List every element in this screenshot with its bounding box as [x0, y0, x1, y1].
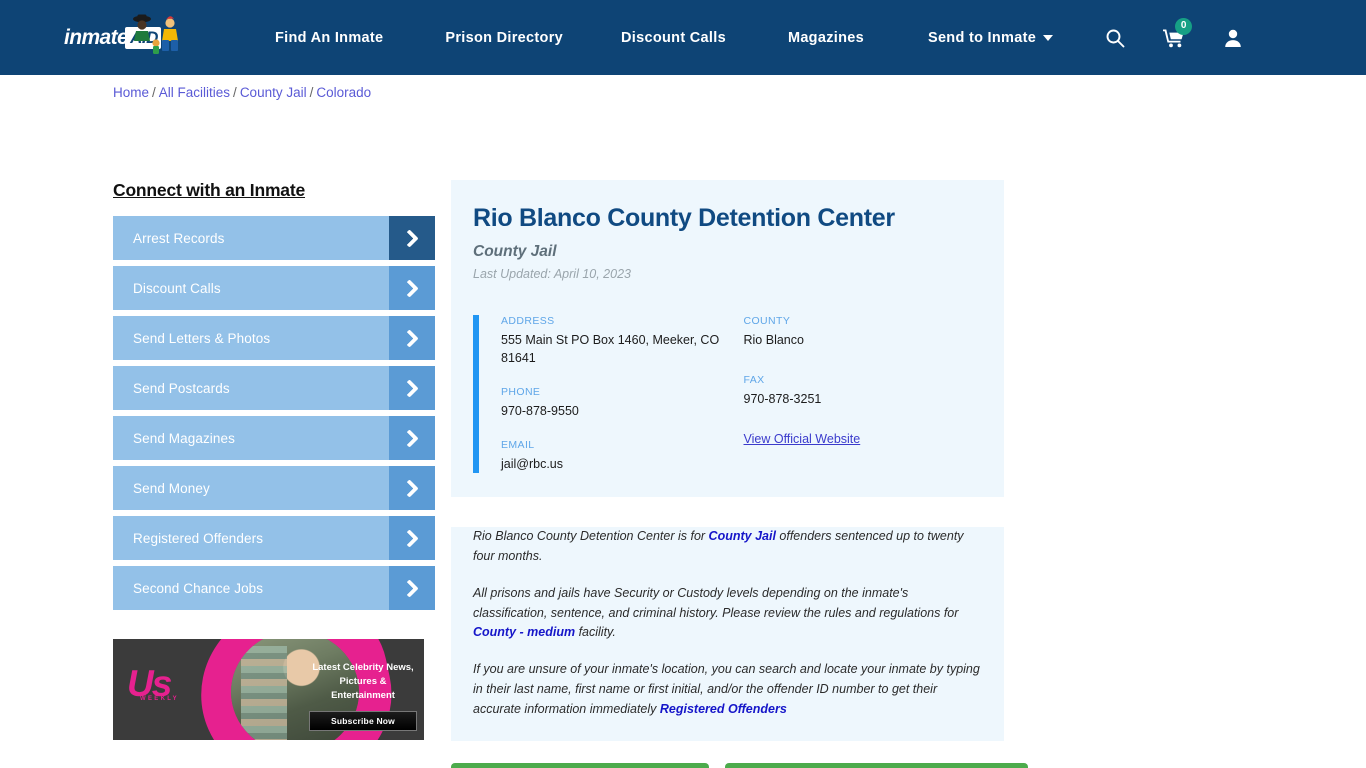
- breadcrumb-separator: /: [309, 85, 314, 100]
- sidebar-item-label: Send Letters & Photos: [133, 330, 271, 346]
- sidebar-item-label: Second Chance Jobs: [133, 580, 264, 596]
- breadcrumb-separator: /: [152, 85, 156, 100]
- desc-p2-text-b: facility.: [575, 625, 616, 640]
- looking-for-inmate-button[interactable]: Looking for an inmate at this facility?: [451, 763, 709, 768]
- breadcrumb-separator: /: [233, 85, 237, 100]
- facility-info-block: ADDRESS 555 Main St PO Box 1460, Meeker,…: [473, 314, 981, 474]
- site-logo[interactable]: inmate AID: [64, 14, 189, 58]
- desc-p3-link-registered-offenders[interactable]: Registered Offenders: [660, 702, 787, 716]
- chevron-right-icon: [389, 266, 435, 310]
- facility-info-right-column: COUNTY Rio Blanco FAX 970-878-3251 View …: [741, 315, 981, 474]
- view-official-website-link[interactable]: View Official Website: [744, 432, 861, 446]
- sidebar-item-send-letters-photos[interactable]: Send Letters & Photos: [113, 316, 435, 360]
- email-label: EMAIL: [501, 439, 535, 452]
- nav-link-prison-directory[interactable]: Prison Directory: [445, 22, 563, 54]
- county-label: COUNTY: [743, 314, 791, 327]
- address-group: ADDRESS 555 Main St PO Box 1460, Meeker,…: [501, 315, 741, 367]
- visitations-info-button[interactable]: Visitations - times, rules, Covid cancel…: [724, 763, 1029, 768]
- cta-button-row: Looking for an inmate at this facility? …: [451, 763, 1029, 768]
- sidebar: Connect with an Inmate Arrest Records Di…: [113, 180, 435, 768]
- chevron-right-icon: [389, 516, 435, 560]
- breadcrumb-item-colorado[interactable]: Colorado: [316, 85, 371, 100]
- chevron-right-icon: [389, 466, 435, 510]
- website-group: View Official Website: [744, 430, 981, 448]
- sidebar-item-label: Registered Offenders: [133, 530, 264, 546]
- cart-count-badge: 0: [1175, 17, 1193, 35]
- description-paragraph-2: All prisons and jails have Security or C…: [473, 584, 980, 643]
- sidebar-item-send-magazines[interactable]: Send Magazines: [113, 416, 435, 460]
- ad-copy-block: Latest Celebrity News, Pictures & Entert…: [309, 661, 417, 732]
- sidebar-item-label: Send Postcards: [133, 380, 230, 396]
- email-group: EMAIL jail@rbc.us: [501, 439, 741, 473]
- nav-dropdown-send-to-inmate[interactable]: Send to Inmate: [927, 22, 1054, 54]
- breadcrumb-item-county-jail[interactable]: County Jail: [240, 85, 307, 100]
- sidebar-item-send-money[interactable]: Send Money: [113, 466, 435, 510]
- user-account-icon[interactable]: [1223, 28, 1243, 48]
- last-updated-text: Last Updated: April 10, 2023: [473, 266, 631, 281]
- shopping-cart-icon[interactable]: 0: [1163, 17, 1193, 48]
- sidebar-item-label: Send Magazines: [133, 430, 235, 446]
- nav-link-magazines[interactable]: Magazines: [788, 22, 864, 54]
- breadcrumb: Home / All Facilities / County Jail / Colorado: [113, 85, 371, 100]
- chevron-right-icon: [389, 216, 435, 260]
- description-paragraph-1: Rio Blanco County Detention Center is fo…: [473, 527, 980, 567]
- desc-p2-link-county-medium[interactable]: County - medium: [473, 625, 575, 639]
- sidebar-item-second-chance-jobs[interactable]: Second Chance Jobs: [113, 566, 435, 610]
- address-value: 555 Main St PO Box 1460, Meeker, CO 8164…: [501, 332, 720, 365]
- sidebar-item-label: Send Money: [133, 480, 210, 496]
- search-icon[interactable]: [1105, 28, 1125, 48]
- nav-link-discount-calls[interactable]: Discount Calls: [621, 22, 726, 54]
- breadcrumb-item-home[interactable]: Home: [113, 85, 149, 100]
- facility-type-label: County Jail: [473, 242, 557, 260]
- county-value: Rio Blanco: [743, 332, 804, 347]
- navbar-icon-group: 0: [1105, 17, 1243, 48]
- desc-p2-text-a: All prisons and jails have Security or C…: [473, 585, 959, 620]
- ad-brand-sublabel: WEEKLY: [140, 696, 179, 702]
- sidebar-item-label: Arrest Records: [133, 230, 225, 246]
- page-content: Connect with an Inmate Arrest Records Di…: [0, 75, 1366, 768]
- nav-link-find-an-inmate[interactable]: Find An Inmate: [275, 22, 383, 54]
- desc-p1-text-a: Rio Blanco County Detention Center is fo…: [473, 529, 709, 544]
- top-navigation-bar: inmate AID Find An Inmate Prison Directo…: [0, 0, 1366, 75]
- sidebar-item-arrest-records[interactable]: Arrest Records: [113, 216, 435, 260]
- fax-label: FAX: [743, 373, 765, 386]
- primary-nav-links: Find An Inmate Prison Directory Discount…: [275, 22, 1054, 54]
- desc-p1-link-county-jail[interactable]: County Jail: [709, 529, 776, 543]
- fax-group: FAX 970-878-3251: [744, 374, 981, 408]
- sidebar-advertisement[interactable]: Us WEEKLY Latest Celebrity News, Picture…: [113, 639, 424, 740]
- sidebar-item-send-postcards[interactable]: Send Postcards: [113, 366, 435, 410]
- facility-header-card: Rio Blanco County Detention Center Count…: [451, 180, 1004, 498]
- logo-wordmark: inmate: [64, 26, 129, 49]
- chevron-right-icon: [389, 566, 435, 610]
- chevron-down-icon: [1043, 34, 1054, 41]
- breadcrumb-item-all-facilities[interactable]: All Facilities: [159, 85, 230, 100]
- phone-value: 970-878-9550: [501, 404, 579, 418]
- sidebar-item-registered-offenders[interactable]: Registered Offenders: [113, 516, 435, 560]
- chevron-right-icon: [389, 316, 435, 360]
- description-paragraph-3: If you are unsure of your inmate's locat…: [473, 660, 980, 719]
- chevron-right-icon: [389, 366, 435, 410]
- page-title: Rio Blanco County Detention Center: [473, 204, 895, 232]
- facility-info-left-column: ADDRESS 555 Main St PO Box 1460, Meeker,…: [501, 315, 741, 474]
- ad-subscribe-button[interactable]: Subscribe Now: [309, 711, 417, 732]
- sidebar-item-discount-calls[interactable]: Discount Calls: [113, 266, 435, 310]
- nav-dropdown-label: Send to Inmate: [927, 29, 1037, 46]
- sidebar-item-label: Discount Calls: [133, 280, 221, 296]
- phone-label: PHONE: [501, 386, 541, 398]
- fax-value: 970-878-3251: [743, 391, 822, 406]
- phone-group: PHONE 970-878-9550: [501, 386, 741, 420]
- sidebar-heading: Connect with an Inmate: [113, 180, 306, 200]
- county-group: COUNTY Rio Blanco: [744, 315, 981, 349]
- ad-headline: Latest Celebrity News, Pictures & Entert…: [312, 662, 414, 701]
- main-column: Rio Blanco County Detention Center Count…: [451, 180, 1029, 768]
- facility-description: Rio Blanco County Detention Center is fo…: [451, 527, 1004, 742]
- email-value: jail@rbc.us: [501, 457, 564, 472]
- chevron-right-icon: [389, 416, 435, 460]
- logo-people-icon: [133, 14, 178, 54]
- address-label: ADDRESS: [501, 314, 555, 327]
